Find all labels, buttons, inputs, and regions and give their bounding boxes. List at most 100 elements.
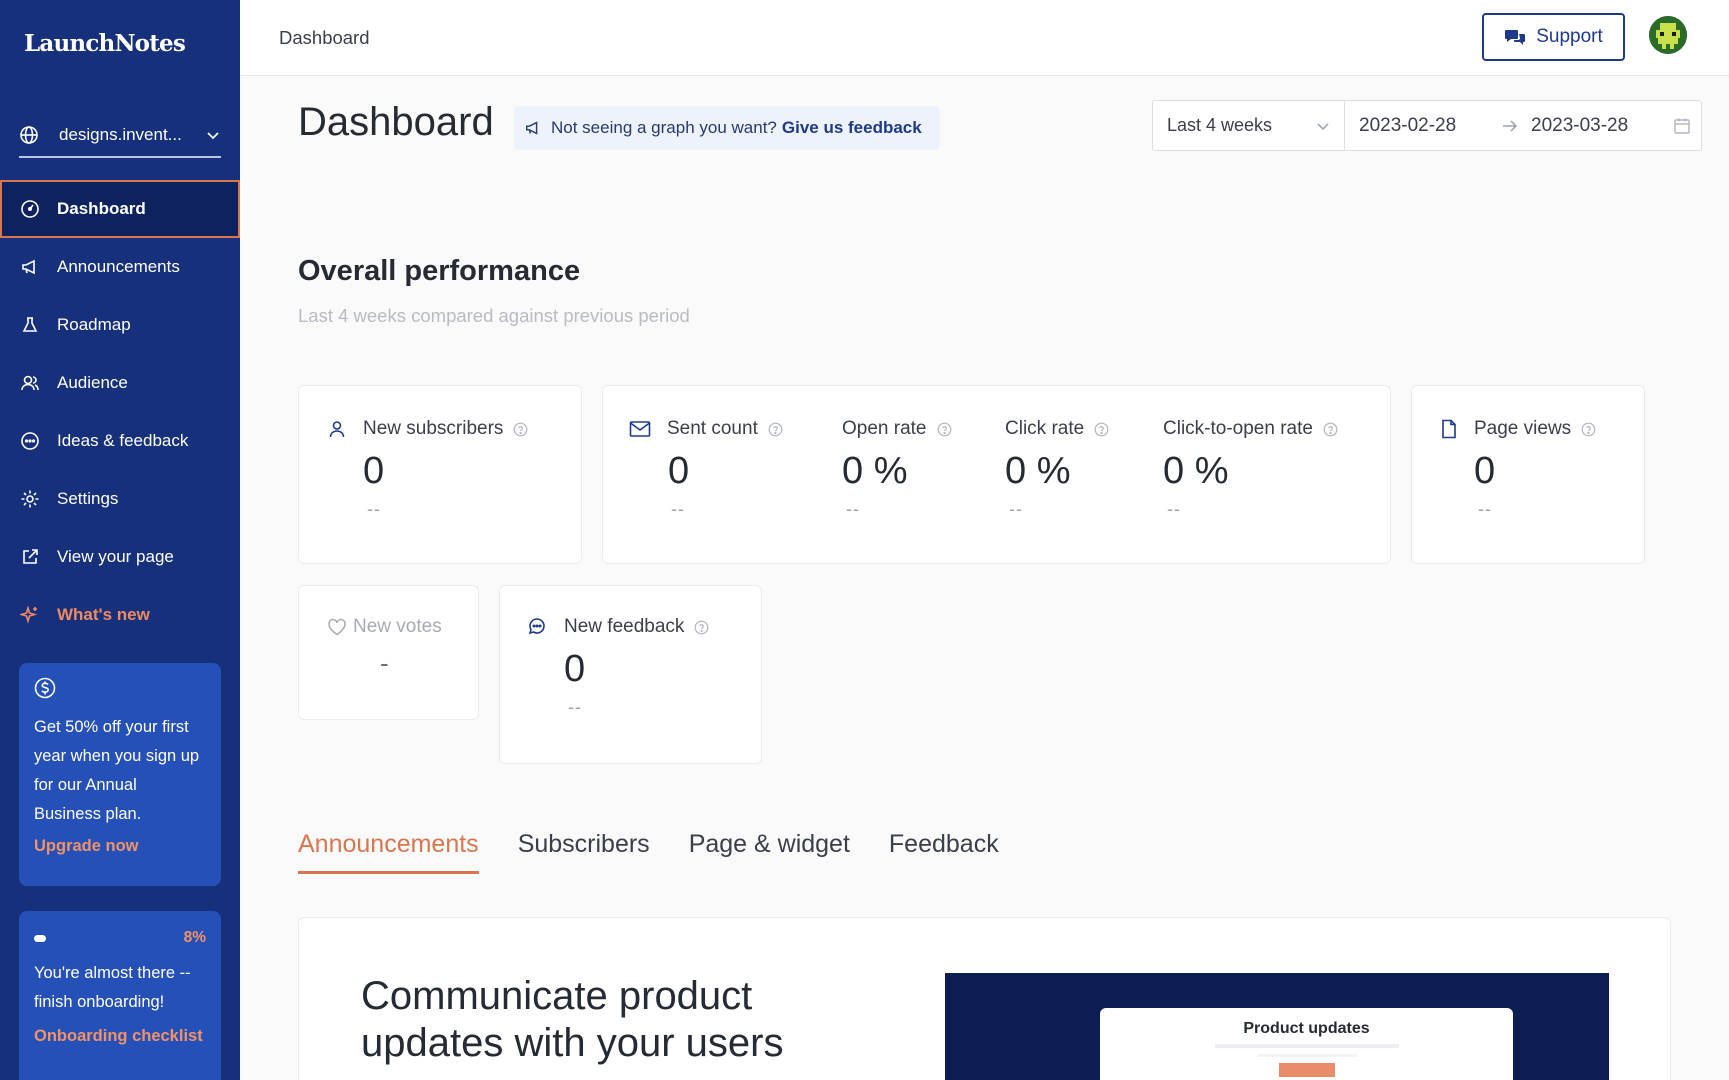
- metric-new-subscribers: New subscribers 0 --: [327, 418, 528, 520]
- product-updates-illustration: Product updates: [945, 973, 1609, 1080]
- help-icon[interactable]: [937, 422, 952, 437]
- metric-label: New feedback: [564, 616, 685, 637]
- sidebar-nav: Dashboard Announcements Roadmap Audience…: [0, 180, 240, 644]
- app-logo[interactable]: LaunchNotes: [24, 30, 186, 57]
- tab-feedback[interactable]: Feedback: [889, 830, 999, 874]
- sidebar-item-announcements[interactable]: Announcements: [0, 238, 240, 296]
- feedback-banner[interactable]: Not seeing a graph you want? Give us fee…: [514, 106, 940, 150]
- help-icon[interactable]: [694, 620, 709, 635]
- chat-bubble-icon: [19, 430, 41, 452]
- end-date-input[interactable]: 2023-03-28: [1531, 115, 1661, 137]
- breadcrumb: Dashboard: [279, 27, 370, 48]
- empty-state-title: Communicate product updates with your us…: [361, 974, 784, 1065]
- metric-value: 0: [1474, 450, 1496, 492]
- metric-label: Page views: [1474, 418, 1572, 439]
- help-icon[interactable]: [1094, 422, 1109, 437]
- main-content: Dashboard Not seeing a graph you want? G…: [240, 77, 1729, 1080]
- sidebar-item-whats-new[interactable]: What's new: [0, 586, 240, 644]
- dollar-circle-icon: [34, 677, 206, 699]
- metric-label: Sent count: [667, 418, 758, 439]
- metric-delta: --: [1167, 499, 1181, 519]
- globe-icon: [19, 125, 39, 145]
- heart-icon: [327, 618, 347, 636]
- chevron-down-icon: [1316, 119, 1330, 133]
- metric-value: 0: [564, 648, 586, 690]
- metric-page-views: Page views 0 --: [1440, 418, 1596, 520]
- flask-icon: [19, 314, 41, 336]
- sidebar-item-label: Announcements: [57, 257, 180, 276]
- sidebar: LaunchNotes designs.invent... Dashboard …: [0, 0, 240, 1080]
- avatar[interactable]: [1649, 16, 1687, 54]
- sidebar-item-label: Settings: [57, 489, 119, 508]
- new-votes-card: New votes -: [298, 585, 479, 720]
- sidebar-item-ideas-feedback[interactable]: Ideas & feedback: [0, 412, 240, 470]
- date-range-picker: Last 4 weeks 2023-02-28 2023-03-28: [1152, 100, 1702, 151]
- preview-image-block: [1278, 1063, 1335, 1077]
- workspace-selector[interactable]: designs.invent...: [19, 114, 221, 158]
- tab-announcements[interactable]: Announcements: [298, 830, 479, 874]
- feedback-prompt: Not seeing a graph you want?: [551, 118, 777, 137]
- metric-delta: --: [671, 499, 685, 519]
- metric-click-rate: Click rate 0 % --: [1005, 418, 1109, 520]
- workspace-name: designs.invent...: [59, 125, 182, 144]
- give-feedback-link[interactable]: Give us feedback: [782, 118, 922, 138]
- onboarding-progress-bar: [34, 934, 46, 942]
- metric-label: New votes: [353, 616, 442, 637]
- metric-value: -: [380, 648, 389, 678]
- document-icon: [1440, 419, 1458, 439]
- preview-title: Product updates: [1243, 1020, 1370, 1037]
- metric-value: 0 %: [842, 450, 908, 492]
- section-title: Overall performance: [298, 255, 581, 287]
- megaphone-icon: [524, 119, 542, 137]
- sidebar-item-view-your-page[interactable]: View your page: [0, 528, 240, 586]
- sidebar-item-label: Roadmap: [57, 315, 131, 334]
- promo-text: Get 50% off your first year when you sig…: [34, 718, 200, 823]
- sidebar-item-label: Ideas & feedback: [57, 431, 189, 450]
- mail-icon: [629, 420, 651, 438]
- metric-open-rate: Open rate 0 % --: [842, 418, 952, 520]
- sidebar-item-label: View your page: [57, 547, 174, 566]
- gear-icon: [19, 488, 41, 510]
- new-subscribers-card: New subscribers 0 --: [298, 385, 582, 564]
- tab-page-widget[interactable]: Page & widget: [689, 830, 850, 874]
- sparkle-icon: [19, 604, 41, 626]
- dashboard-tabs: Announcements Subscribers Page & widget …: [298, 830, 1038, 874]
- tab-subscribers[interactable]: Subscribers: [518, 830, 650, 874]
- new-feedback-card: New feedback 0 --: [499, 585, 762, 764]
- onboarding-card: 8% You're almost there -- finish onboard…: [19, 911, 221, 1080]
- metric-delta: --: [1478, 499, 1492, 519]
- help-icon[interactable]: [513, 422, 528, 437]
- upgrade-now-link[interactable]: Upgrade now: [34, 837, 206, 856]
- sidebar-item-roadmap[interactable]: Roadmap: [0, 296, 240, 354]
- metric-value: 0 %: [1005, 450, 1071, 492]
- metric-sent-count: Sent count 0 --: [629, 418, 783, 520]
- email-metrics-card: Sent count 0 -- Open rate 0 % -- Click r…: [602, 385, 1391, 564]
- chat-bubbles-icon: [528, 617, 548, 637]
- metric-value: 0: [363, 450, 385, 492]
- metric-delta: --: [367, 499, 381, 519]
- start-date-input[interactable]: 2023-02-28: [1359, 115, 1489, 137]
- page-title: Dashboard: [298, 100, 494, 144]
- help-icon[interactable]: [1581, 422, 1596, 437]
- sidebar-item-audience[interactable]: Audience: [0, 354, 240, 412]
- range-preset-select[interactable]: Last 4 weeks: [1153, 101, 1345, 150]
- metric-label: Click-to-open rate: [1163, 418, 1313, 439]
- chevron-down-icon: [205, 127, 221, 143]
- metric-delta: --: [1009, 499, 1023, 519]
- sidebar-item-label: What's new: [57, 605, 150, 624]
- sidebar-item-settings[interactable]: Settings: [0, 470, 240, 528]
- help-icon[interactable]: [768, 422, 783, 437]
- calendar-icon[interactable]: [1673, 117, 1691, 135]
- sidebar-item-dashboard[interactable]: Dashboard: [0, 180, 240, 238]
- metric-label: Click rate: [1005, 418, 1085, 439]
- arrow-right-icon: [1501, 119, 1519, 133]
- support-button[interactable]: Support: [1482, 13, 1625, 61]
- help-icon[interactable]: [1323, 422, 1338, 437]
- external-link-icon: [19, 546, 41, 568]
- metric-new-feedback: New feedback 0 --: [528, 616, 709, 718]
- metric-label: New subscribers: [363, 418, 504, 439]
- metric-label: Open rate: [842, 418, 927, 439]
- onboarding-checklist-link[interactable]: Onboarding checklist: [34, 1023, 206, 1050]
- gauge-icon: [19, 198, 41, 220]
- user-icon: [327, 419, 347, 439]
